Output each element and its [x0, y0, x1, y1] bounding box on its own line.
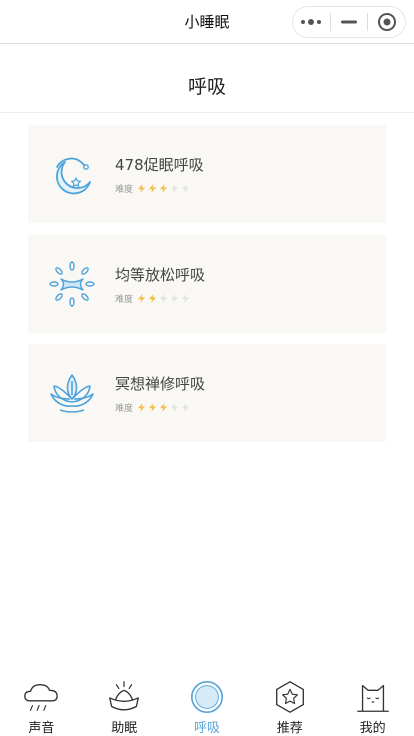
bolt-empty-icon — [181, 184, 190, 193]
sun-leaves-icon — [49, 261, 95, 307]
bolt-empty-icon — [181, 403, 190, 412]
tab-recommend[interactable]: 推荐 — [248, 672, 331, 736]
card-title: 478促眠呼吸 — [115, 156, 204, 174]
difficulty-bolts — [137, 184, 192, 193]
card-title: 均等放松呼吸 — [115, 266, 206, 284]
tab-label: 助眠 — [111, 721, 138, 736]
bolt-filled-icon — [159, 403, 168, 412]
tab-sound[interactable]: 声音 — [0, 672, 83, 736]
tab-label: 我的 — [359, 721, 386, 736]
page-title: 呼吸 — [187, 76, 226, 98]
bolt-filled-icon — [148, 184, 157, 193]
moon-icon — [56, 157, 91, 195]
navigation-bar: 小睡眠 — [0, 0, 414, 44]
difficulty-label: 难度 — [115, 295, 134, 305]
more-button[interactable] — [293, 7, 330, 37]
header-divider — [0, 112, 414, 113]
bolt-filled-icon — [148, 294, 157, 303]
difficulty-rating: 难度 — [115, 182, 192, 195]
bolt-empty-icon — [170, 294, 179, 303]
breathing-card-478[interactable]: 478促眠呼吸 难度 — [28, 125, 386, 223]
bolt-filled-icon — [159, 184, 168, 193]
difficulty-label: 难度 — [115, 185, 134, 195]
bolt-filled-icon — [137, 403, 146, 412]
tab-breathing[interactable]: 呼吸 — [166, 672, 249, 736]
more-dots-icon — [301, 19, 322, 25]
mini-program-capsule — [292, 6, 406, 38]
difficulty-label: 难度 — [115, 404, 134, 414]
tab-label: 声音 — [28, 721, 55, 736]
cat-icon — [356, 684, 389, 712]
difficulty-rating: 难度 — [115, 292, 192, 305]
tab-label: 推荐 — [276, 721, 303, 736]
minus-icon — [341, 20, 357, 24]
bolt-filled-icon — [137, 294, 146, 303]
tab-label: 呼吸 — [193, 721, 220, 736]
bolt-empty-icon — [159, 294, 168, 303]
breathing-card-meditation[interactable]: 冥想禅修呼吸 难度 — [28, 344, 386, 442]
tab-sleep-aid[interactable]: 助眠 — [83, 672, 166, 736]
star-hexagon-icon — [275, 681, 304, 713]
breath-circle-icon — [190, 680, 224, 714]
minimize-button[interactable] — [331, 7, 368, 37]
tab-bar: 声音 助眠 呼吸 推荐 我的 — [0, 672, 414, 736]
lotus-icon — [50, 374, 94, 413]
difficulty-bolts — [137, 294, 192, 303]
bolt-empty-icon — [170, 184, 179, 193]
bolt-empty-icon — [170, 403, 179, 412]
target-close-icon — [377, 13, 396, 31]
tab-mine[interactable]: 我的 — [331, 672, 414, 736]
breathing-card-equal[interactable]: 均等放松呼吸 难度 — [28, 235, 386, 333]
card-title: 冥想禅修呼吸 — [115, 375, 206, 393]
lotus-sparkle-icon — [109, 681, 140, 711]
bolt-empty-icon — [181, 294, 190, 303]
bolt-filled-icon — [148, 403, 157, 412]
difficulty-bolts — [137, 403, 192, 412]
bolt-filled-icon — [137, 184, 146, 193]
difficulty-rating: 难度 — [115, 401, 192, 414]
close-button[interactable] — [368, 7, 405, 37]
cloud-rain-icon — [24, 683, 59, 711]
